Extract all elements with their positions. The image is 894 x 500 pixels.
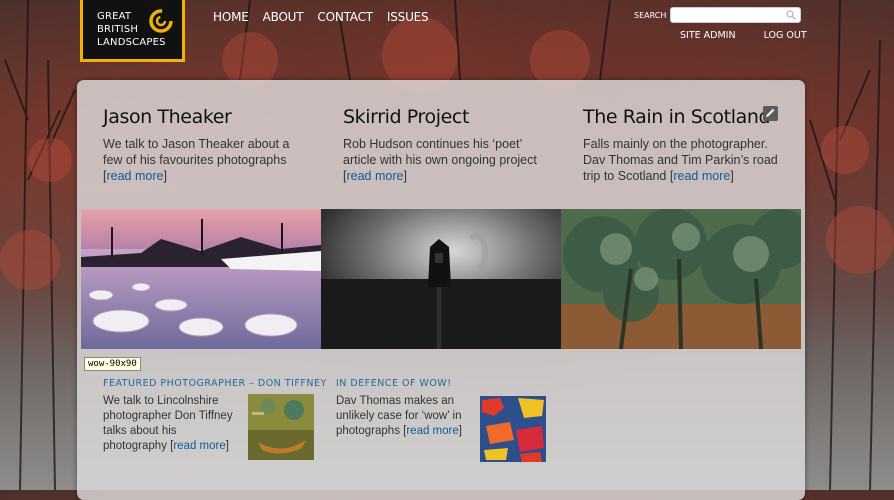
feature-photo-scotland-forest[interactable] <box>561 209 801 349</box>
edit-icon[interactable] <box>763 106 778 121</box>
read-more-link[interactable]: read more <box>346 169 403 183</box>
read-more-link[interactable]: read more <box>173 440 225 452</box>
comic-pow-thumbnail-image <box>480 396 546 462</box>
feature-title[interactable]: The Rain in Scotland <box>583 106 783 128</box>
in-defence-of-wow-text: Dav Thomas makes an unlikely case for ‘w… <box>336 395 462 437</box>
site-logo[interactable]: GREAT BRITISH LANDSCAPES <box>80 0 185 62</box>
read-more-link[interactable]: read more <box>673 169 730 183</box>
featured-photographer-text: We talk to Lincolnshire photographer Don… <box>103 395 233 452</box>
feature-title[interactable]: Jason Theaker <box>103 106 303 128</box>
feature-rain-in-scotland: The Rain in Scotland Falls mainly on the… <box>583 106 783 184</box>
scotland-forest-image <box>561 209 801 349</box>
read-more-link[interactable]: read more <box>406 425 458 437</box>
main-nav: HOME ABOUT CONTACT ISSUES <box>213 10 442 24</box>
nav-issues[interactable]: ISSUES <box>387 10 429 24</box>
feature-title[interactable]: Skirrid Project <box>343 106 543 128</box>
site-admin-link[interactable]: SITE ADMIN <box>680 30 736 41</box>
boat-thumbnail-image <box>248 394 314 460</box>
wow-thumbnail[interactable] <box>480 396 546 462</box>
swirl-logo-icon <box>149 9 173 33</box>
search-input[interactable] <box>670 7 801 23</box>
frozen-lake-image <box>81 209 321 349</box>
image-tooltip: wow-90x90 <box>84 357 141 371</box>
nav-home[interactable]: HOME <box>213 10 249 24</box>
feature-jason-theaker: Jason Theaker We talk to Jason Theaker a… <box>103 106 303 184</box>
logo-line-3: LANDSCAPES <box>97 37 166 48</box>
feature-photo-frozen-lake[interactable] <box>81 209 321 349</box>
search-icon[interactable] <box>786 10 796 20</box>
skirrid-stone-image <box>321 209 561 349</box>
feature-text: Rob Hudson continues his ‘poet’ article … <box>343 137 537 183</box>
search-label: SEARCH <box>634 11 667 20</box>
admin-links: SITE ADMIN LOG OUT <box>680 30 835 41</box>
in-defence-of-wow-heading[interactable]: IN DEFENCE OF WOW! <box>336 378 452 389</box>
feature-description: We talk to Jason Theaker about a few of … <box>103 137 290 167</box>
feature-text: We talk to Jason Theaker about a few of … <box>103 137 290 183</box>
don-tiffney-thumbnail[interactable] <box>248 394 314 460</box>
log-out-link[interactable]: LOG OUT <box>764 30 807 41</box>
feature-description: Rob Hudson continues his ‘poet’ article … <box>343 137 537 167</box>
feature-photo-skirrid-stone[interactable] <box>321 209 561 349</box>
content-panel: Jason Theaker We talk to Jason Theaker a… <box>77 80 805 500</box>
featured-photographer-heading[interactable]: FEATURED PHOTOGRAPHER – DON TIFFNEY <box>103 378 327 389</box>
nav-contact[interactable]: CONTACT <box>317 10 373 24</box>
feature-skirrid-project: Skirrid Project Rob Hudson continues his… <box>343 106 543 184</box>
nav-about[interactable]: ABOUT <box>263 10 304 24</box>
feature-text: Falls mainly on the photographer. Dav Th… <box>583 137 778 183</box>
read-more-link[interactable]: read more <box>106 169 163 183</box>
